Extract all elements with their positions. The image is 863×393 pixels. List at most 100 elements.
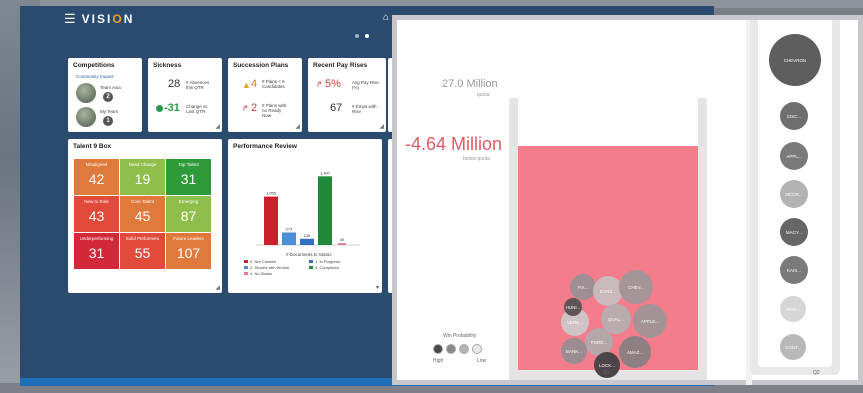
page-dot-active[interactable]	[365, 34, 369, 38]
avg-pay-value: 5%	[325, 78, 341, 90]
bar[interactable]	[318, 176, 332, 245]
deal-bubble[interactable]: AMAZ...	[619, 336, 651, 368]
hamburger-icon[interactable]: ☰	[64, 11, 76, 27]
win-probability-swatch	[459, 344, 469, 354]
legend-entry[interactable]: 4. No Status	[244, 271, 309, 276]
bar-data-label: 1,497	[320, 170, 331, 175]
resize-icon[interactable]: ◢	[215, 123, 220, 130]
quota-value: 27.0 Million	[442, 78, 498, 90]
legend-label: 2. Shared with Worker	[250, 265, 290, 270]
deal-bubble[interactable]: FIX...	[570, 274, 596, 300]
rank-badge: 2	[103, 92, 113, 102]
deal-bubble[interactable]: CHEVRON	[769, 34, 821, 86]
deal-bubble[interactable]: CONT...	[780, 334, 806, 360]
win-high-label: High	[433, 358, 444, 364]
deal-bubble[interactable]: MACY...	[780, 218, 808, 246]
bar-data-label: 273	[286, 226, 293, 231]
nine-box-grid: Misaligned 42 Need Change 19 Top Talent 31 New…	[74, 159, 211, 269]
absences-value: 28	[168, 78, 181, 90]
legend-entry[interactable]: 3. Completed	[309, 265, 374, 270]
nine-box-cell-value: 55	[134, 245, 151, 261]
nine-box-cell-value: 31	[88, 245, 105, 261]
win-probability-swatch	[472, 344, 482, 354]
q2-label: Q2	[813, 370, 820, 376]
q2-tank-inner: CHEVRON CISC... APPL... MCGR... MACY... KAIS.…	[758, 20, 832, 367]
nine-box-cell[interactable]: Misaligned 42	[74, 159, 119, 195]
legend-entry[interactable]: 1. In Progress	[309, 259, 374, 264]
legend-swatch	[309, 266, 313, 269]
expand-icon[interactable]: ▾	[376, 284, 379, 291]
resize-icon[interactable]: ◢	[295, 123, 300, 130]
succession-card[interactable]: Succession Plans ▲ 4 # Plans < 6 Candida…	[228, 58, 302, 132]
deal-bubble[interactable]: HEIS...	[780, 296, 806, 322]
warning-icon: ▲	[242, 80, 251, 90]
page-dot[interactable]	[355, 34, 359, 38]
nine-box-cell-value: 31	[180, 171, 197, 187]
nine-box-cell[interactable]: Core Talent 45	[120, 196, 165, 232]
nine-box-cell[interactable]: Underperforming 31	[74, 233, 119, 269]
absences-label: # Absences this QTR	[186, 80, 210, 90]
bar[interactable]	[282, 232, 296, 245]
deal-bubble[interactable]: BANK...	[561, 338, 587, 364]
emps-value: 67	[330, 102, 343, 114]
candidates-value: 4	[251, 78, 258, 90]
win-probability-swatch	[433, 344, 443, 354]
legend-entry[interactable]: 2. Shared with Worker	[244, 265, 309, 270]
below-quota-value: -4.64 Million	[405, 134, 503, 154]
win-probability-scale	[433, 344, 482, 354]
forecast-panel: 27.0 Million quota -4.64 Million below q…	[392, 15, 863, 385]
alert-icon: ↱	[242, 104, 249, 113]
win-low-label: Low	[477, 358, 487, 364]
pay-rises-card[interactable]: Recent Pay Rises ↱ 5% Avg Pay Rise (%) 6…	[308, 58, 386, 132]
talent-9-box-card[interactable]: Talent 9 Box Misaligned 42 Need Change 19 To…	[68, 139, 222, 293]
chart-legend: 0. Not Created 1. In Progress 2. Shared wi…	[244, 259, 374, 276]
deal-bubble[interactable]: MCGR...	[780, 180, 808, 208]
quota-label: quota	[477, 92, 490, 98]
legend-swatch	[244, 272, 248, 275]
legend-swatch	[244, 260, 248, 263]
change-label: Change vs Last QTR	[186, 104, 208, 114]
deal-bubble[interactable]: CISC...	[780, 102, 808, 130]
q2-quota-tank: CHEVRON CISC... APPL... MCGR... MACY... KAIS.…	[750, 20, 840, 375]
win-probability-title: Win Probability	[443, 333, 477, 339]
nine-box-cell-label: Solid Performers	[125, 236, 160, 241]
nine-box-cell[interactable]: Future Leaders 107	[166, 233, 211, 269]
legend-label: 0. Not Created	[250, 259, 277, 264]
legend-label: 3. Completed	[315, 265, 339, 270]
bar[interactable]	[264, 196, 278, 245]
nine-box-cell-value: 42	[88, 171, 105, 187]
deal-bubble[interactable]: CHEV...	[619, 270, 653, 304]
nine-box-cell-label: Emerging	[178, 199, 199, 204]
community-impact-link[interactable]: Community Impact	[76, 74, 114, 79]
nine-box-cell-label: Top Talent	[178, 162, 199, 167]
competitions-card[interactable]: Competitions Community Impact Team Asia …	[68, 58, 142, 132]
nine-box-cell-value: 43	[88, 208, 105, 224]
nine-box-cell[interactable]: Solid Performers 55	[120, 233, 165, 269]
emps-label: # Emps with Rise	[352, 104, 377, 114]
nine-box-cell[interactable]: New to Role 43	[74, 196, 119, 232]
nine-box-cell-label: New to Role	[84, 199, 109, 204]
legend-swatch	[244, 266, 248, 269]
legend-entry[interactable]: 0. Not Created	[244, 259, 309, 264]
nine-box-cell[interactable]: Need Change 19	[120, 159, 165, 195]
nine-box-cell[interactable]: Top Talent 31	[166, 159, 211, 195]
nine-box-cell[interactable]: Emerging 87	[166, 196, 211, 232]
bar[interactable]	[338, 243, 346, 245]
resize-icon[interactable]: ◢	[379, 123, 384, 130]
deal-bubble[interactable]: APPL...	[780, 142, 808, 170]
legend-title: # Documents to Status	[286, 252, 332, 257]
trend-down-icon	[156, 105, 163, 112]
home-icon[interactable]: ⌂	[383, 12, 389, 23]
resize-icon[interactable]: ◢	[215, 284, 220, 291]
deal-bubble[interactable]: HUNI...	[564, 298, 582, 316]
nine-box-cell-value: 19	[134, 171, 151, 187]
deal-bubble[interactable]: KAIS...	[780, 256, 808, 284]
nine-box-cell-label: Core Talent	[131, 199, 154, 204]
sickness-card[interactable]: Sickness 28 # Absences this QTR -31 Chan…	[148, 58, 222, 132]
nine-box-cell-label: Underperforming	[79, 236, 114, 241]
bar[interactable]	[300, 238, 314, 245]
deal-bubble[interactable]: APPLE...	[633, 304, 667, 338]
legend-label: 4. No Status	[250, 271, 273, 276]
performance-review-card[interactable]: Performance Review 1,055 273 135 1,497 40 # …	[228, 139, 382, 293]
change-value: -31	[164, 102, 180, 114]
